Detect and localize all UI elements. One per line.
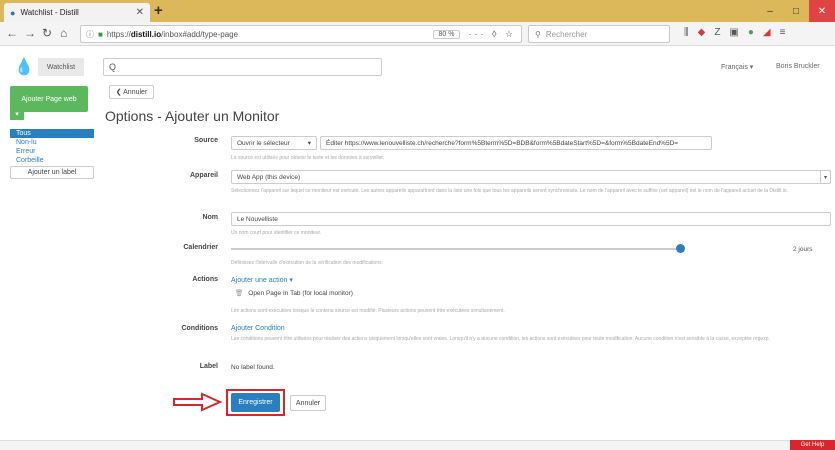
save-button[interactable]: Enregistrer xyxy=(231,393,280,412)
window-close-icon[interactable]: ✕ xyxy=(809,0,835,22)
home-icon[interactable]: ⌂ xyxy=(60,26,67,40)
schedule-help: Définissez l'intervalle d'exécution de l… xyxy=(231,260,383,266)
zotero-icon[interactable]: Z xyxy=(714,27,720,38)
minimize-icon[interactable]: – xyxy=(757,0,783,22)
trash-icon[interactable]: 🗑 xyxy=(235,290,243,297)
reload-icon[interactable]: ↻ xyxy=(42,26,52,40)
device-value: Web App (this device) xyxy=(237,173,301,181)
page-actions-icon[interactable]: ··· ◊ ☆ xyxy=(468,29,516,40)
source-help: La source est utilisée pour obtenir le t… xyxy=(231,155,385,161)
distill-icon[interactable]: ◢ xyxy=(763,27,771,38)
red-arrow-icon xyxy=(173,392,223,412)
schedule-slider-track[interactable] xyxy=(231,248,683,250)
add-dropdown-icon[interactable]: ▾ xyxy=(10,108,24,120)
menu-icon[interactable]: ≡ xyxy=(780,27,786,38)
sidebar-list: Tous Non-lu Erreur Corbeille xyxy=(10,129,94,165)
add-condition-link[interactable]: Ajouter Condition xyxy=(231,325,285,332)
distill-drop-icon: ● xyxy=(10,7,16,18)
help-chat-button[interactable]: Get Help xyxy=(790,440,835,450)
app-header: 💧 Watchlist Q Français ▾ Boris Bruckler xyxy=(0,55,835,79)
forward-icon[interactable]: → xyxy=(24,26,36,40)
new-tab-icon[interactable]: + xyxy=(154,2,163,19)
add-action-link[interactable]: Ajouter une action ▾ xyxy=(231,276,293,284)
action-item-label: Open Page In Tab (for local monitor) xyxy=(248,290,353,297)
url-text: https://distill.io/inbox#add/type-page xyxy=(106,29,239,39)
conditions-help: Les conditions peuvent être utilisées po… xyxy=(231,336,770,342)
browser-titlebar: ● Watchlist - Distill ✕ + – □ ✕ xyxy=(0,0,835,22)
open-selector-button[interactable]: Ouvrir le sélecteur ▾ xyxy=(231,136,317,150)
extension-icon[interactable]: ● xyxy=(748,27,754,38)
reader-icon[interactable]: ▣ xyxy=(729,27,738,38)
device-label: Appareil xyxy=(189,172,218,179)
browser-toolbar-icons: ⫼ ◆ Z ▣ ● ◢ ≡ xyxy=(684,27,785,38)
language-select[interactable]: Français ▾ xyxy=(721,63,753,71)
pocket-icon[interactable]: ◆ xyxy=(698,27,706,38)
back-icon[interactable]: ← xyxy=(6,26,18,40)
user-menu[interactable]: Boris Bruckler xyxy=(776,63,820,70)
watchlist-link[interactable]: Watchlist xyxy=(38,58,84,76)
zoom-level[interactable]: 80 % xyxy=(432,29,461,39)
library-icon[interactable]: ⫼ xyxy=(684,27,689,38)
actions-label: Actions xyxy=(192,276,218,283)
name-help: Un nom court pour identifier ce moniteur… xyxy=(231,230,322,236)
add-label-button[interactable]: Ajouter un label xyxy=(10,166,94,179)
maximize-icon[interactable]: □ xyxy=(783,0,809,22)
horizontal-scrollbar[interactable] xyxy=(0,440,835,450)
cancel-top-button[interactable]: ❮ Annuler xyxy=(109,85,154,99)
schedule-value: 2 jours xyxy=(793,246,813,253)
chevron-down-icon: ▾ xyxy=(307,140,311,147)
monitor-search-input[interactable]: Q xyxy=(103,58,382,76)
url-bar[interactable]: ⓘ ■ https://distill.io/inbox#add/type-pa… xyxy=(80,25,522,43)
label-field-label: Label xyxy=(199,363,218,370)
sidebar-item-all[interactable]: Tous xyxy=(10,129,94,138)
window-controls: – □ ✕ xyxy=(757,0,835,22)
sidebar-item-error[interactable]: Erreur xyxy=(10,147,94,156)
page-title: Options - Ajouter un Monitor xyxy=(105,108,280,124)
source-url-field[interactable]: Éditer https://www.lenouvelliste.ch/rech… xyxy=(320,136,712,150)
lock-icon[interactable]: ■ xyxy=(98,30,103,39)
search-icon: Q xyxy=(109,62,117,72)
info-icon[interactable]: ⓘ xyxy=(86,29,94,40)
label-field-value: No label found. xyxy=(231,364,275,371)
close-icon[interactable]: ✕ xyxy=(136,7,144,18)
schedule-label: Calendrier xyxy=(183,244,218,251)
cancel-button[interactable]: Annuler xyxy=(290,395,326,411)
monitor-name-input[interactable]: Le Nouvelliste xyxy=(231,212,831,226)
browser-search-field[interactable]: ⚲ Rechercher xyxy=(528,25,670,43)
schedule-slider-handle[interactable] xyxy=(676,244,685,253)
search-placeholder: Rechercher xyxy=(545,29,588,39)
device-select[interactable]: Web App (this device) ▾ xyxy=(231,170,831,184)
sidebar-item-unread[interactable]: Non-lu xyxy=(10,138,94,147)
name-label: Nom xyxy=(202,214,218,221)
device-help: Sélectionnez l'appareil sur lequel ce mo… xyxy=(231,188,788,194)
distill-logo-icon[interactable]: 💧 xyxy=(14,57,34,77)
source-label: Source xyxy=(194,137,218,144)
open-selector-label: Ouvrir le sélecteur xyxy=(237,139,290,147)
sidebar-item-trash[interactable]: Corbeille xyxy=(10,156,94,165)
chevron-down-icon: ▾ xyxy=(820,171,830,183)
browser-navbar: ← → ↻ ⌂ ⓘ ■ https://distill.io/inbox#add… xyxy=(0,22,835,46)
tab-title: Watchlist - Distill xyxy=(20,8,79,17)
actions-help: Les actions sont exécutées lorsque le co… xyxy=(231,308,505,314)
conditions-label: Conditions xyxy=(181,325,218,332)
action-item: 🗑 Open Page In Tab (for local monitor) xyxy=(235,289,353,297)
browser-tab[interactable]: ● Watchlist - Distill ✕ xyxy=(4,3,150,22)
search-icon: ⚲ xyxy=(535,29,541,39)
